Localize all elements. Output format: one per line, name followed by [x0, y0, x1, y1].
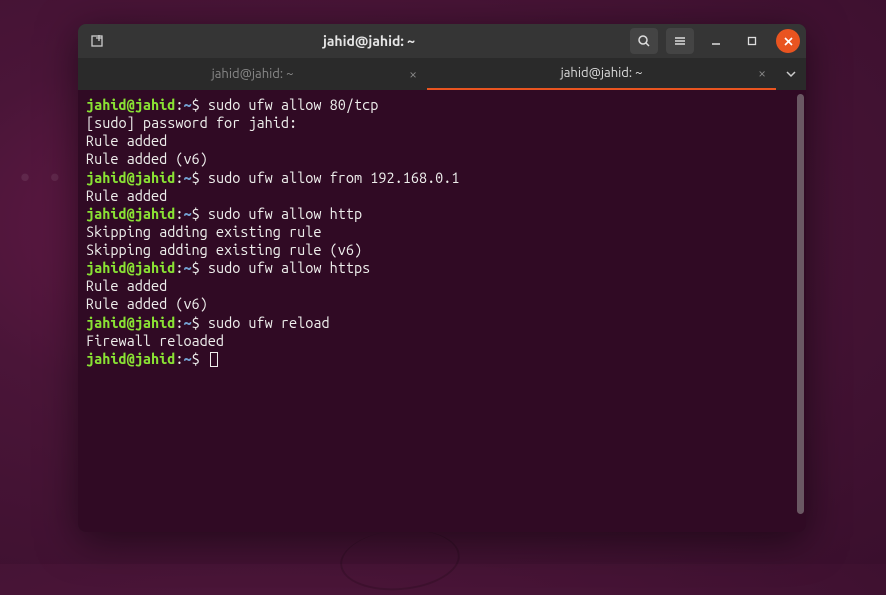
tab-2[interactable]: jahid@jahid: ~ × [427, 58, 776, 90]
prompt-path: ~ [183, 350, 191, 367]
prompt-path: ~ [183, 259, 191, 276]
prompt-userhost: jahid@jahid [86, 259, 175, 276]
terminal-output-line: Rule added (v6) [86, 150, 788, 168]
close-icon[interactable]: × [409, 66, 417, 82]
wallpaper-decoration [338, 525, 463, 595]
terminal-output-line: Rule added [86, 277, 788, 295]
tab-label: jahid@jahid: ~ [212, 67, 294, 81]
terminal-output-line: Firewall reloaded [86, 332, 788, 350]
scrollbar[interactable] [796, 90, 806, 532]
terminal-output-line: Rule added [86, 132, 788, 150]
prompt-userhost: jahid@jahid [86, 169, 175, 186]
tab-dropdown-button[interactable] [776, 58, 806, 90]
prompt-userhost: jahid@jahid [86, 96, 175, 113]
prompt-path: ~ [183, 205, 191, 222]
terminal-output-line: Rule added (v6) [86, 295, 788, 313]
prompt-path: ~ [183, 96, 191, 113]
terminal-command-line: jahid@jahid:~$ sudo ufw reload [86, 314, 788, 332]
terminal-command-line: jahid@jahid:~$ sudo ufw allow http [86, 205, 788, 223]
tab-label: jahid@jahid: ~ [561, 66, 643, 80]
terminal-output-line: Skipping adding existing rule (v6) [86, 241, 788, 259]
hamburger-menu-button[interactable] [666, 28, 694, 54]
prompt-userhost: jahid@jahid [86, 350, 175, 367]
tab-bar: jahid@jahid: ~ × jahid@jahid: ~ × [78, 58, 806, 90]
close-button[interactable] [776, 29, 800, 53]
minimize-button[interactable] [702, 28, 730, 54]
terminal-command-line: jahid@jahid:~$ sudo ufw allow from 192.1… [86, 169, 788, 187]
terminal-command-line: jahid@jahid:~$ sudo ufw allow https [86, 259, 788, 277]
terminal-area: jahid@jahid:~$ sudo ufw allow 80/tcp[sud… [78, 90, 806, 532]
cursor [210, 352, 218, 367]
search-button[interactable] [630, 28, 658, 54]
prompt-path: ~ [183, 314, 191, 331]
tab-1[interactable]: jahid@jahid: ~ × [78, 58, 427, 90]
terminal-output[interactable]: jahid@jahid:~$ sudo ufw allow 80/tcp[sud… [78, 90, 796, 532]
window-title: jahid@jahid: ~ [116, 33, 622, 49]
prompt-userhost: jahid@jahid [86, 205, 175, 222]
terminal-output-line: Rule added [86, 187, 788, 205]
scrollbar-thumb[interactable] [797, 94, 804, 514]
close-icon[interactable]: × [758, 65, 766, 81]
new-tab-button[interactable] [84, 29, 112, 53]
terminal-output-line: [sudo] password for jahid: [86, 114, 788, 132]
prompt-path: ~ [183, 169, 191, 186]
titlebar: jahid@jahid: ~ [78, 24, 806, 58]
maximize-button[interactable] [738, 28, 766, 54]
terminal-command-line: jahid@jahid:~$ sudo ufw allow 80/tcp [86, 96, 788, 114]
terminal-command-line: jahid@jahid:~$ [86, 350, 788, 368]
prompt-userhost: jahid@jahid [86, 314, 175, 331]
terminal-output-line: Skipping adding existing rule [86, 223, 788, 241]
terminal-window: jahid@jahid: ~ jahid@jahid: ~ × jahid@ja… [78, 24, 806, 532]
